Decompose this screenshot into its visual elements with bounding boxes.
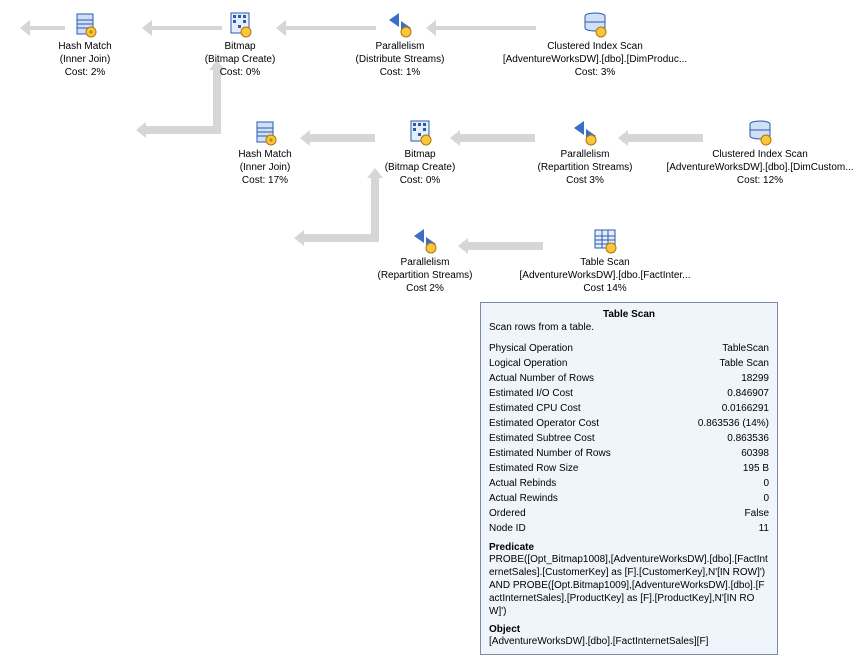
op-sub: (Repartition Streams) [350,269,500,282]
op-cost: Cost: 17% [200,174,330,187]
parallelism-icon [386,10,414,38]
op-parallelism-1[interactable]: Parallelism (Distribute Streams) Cost: 1… [330,10,470,79]
operator-tooltip: Table Scan Scan rows from a table. Physi… [480,302,778,655]
op-sub: (Distribute Streams) [330,53,470,66]
tooltip-row: Estimated I/O Cost0.846907 [489,386,769,401]
op-sub: (Bitmap Create) [355,161,485,174]
op-sub: (Inner Join) [200,161,330,174]
op-sub: (Inner Join) [20,53,150,66]
tooltip-row: OrderedFalse [489,506,769,521]
bitmap-icon [406,118,434,146]
tooltip-title: Table Scan [489,309,769,320]
op-cost: Cost: 12% [660,174,860,187]
clustered-index-scan-icon [581,10,609,38]
op-cost: Cost 14% [500,282,710,295]
tooltip-row: Estimated Operator Cost0.863536 (14%) [489,416,769,431]
tooltip-row: Estimated Number of Rows60398 [489,446,769,461]
hash-match-icon [71,10,99,38]
op-parallelism-3[interactable]: Parallelism (Repartition Streams) Cost 2… [350,226,500,295]
op-sub: (Repartition Streams) [510,161,660,174]
bitmap-icon [226,10,254,38]
op-cix-scan-1[interactable]: Clustered Index Scan [AdventureWorksDW].… [490,10,700,79]
op-title: Hash Match [200,148,330,161]
op-cix-scan-2[interactable]: Clustered Index Scan [AdventureWorksDW].… [660,118,860,187]
op-bitmap-1[interactable]: Bitmap (Bitmap Create) Cost: 0% [175,10,305,79]
op-hash-match-1[interactable]: Hash Match (Inner Join) Cost: 2% [20,10,150,79]
op-table-scan[interactable]: Table Scan [AdventureWorksDW].[dbo.[Fact… [500,226,710,295]
tooltip-desc: Scan rows from a table. [489,322,769,333]
predicate-label: Predicate [489,542,769,553]
tooltip-row: Logical OperationTable Scan [489,356,769,371]
tooltip-row: Actual Number of Rows18299 [489,371,769,386]
op-cost: Cost: 1% [330,66,470,79]
table-scan-icon [591,226,619,254]
op-title: Clustered Index Scan [660,148,860,161]
op-parallelism-2[interactable]: Parallelism (Repartition Streams) Cost 3… [510,118,660,187]
tooltip-row: Estimated Row Size195 B [489,461,769,476]
op-title: Clustered Index Scan [490,40,700,53]
op-cost: Cost 2% [350,282,500,295]
op-bitmap-2[interactable]: Bitmap (Bitmap Create) Cost: 0% [355,118,485,187]
object-text: [AdventureWorksDW].[dbo].[FactInternetSa… [489,635,769,648]
op-title: Table Scan [500,256,710,269]
tooltip-row: Estimated Subtree Cost0.863536 [489,431,769,446]
op-title: Parallelism [350,256,500,269]
predicate-text: PROBE([Opt_Bitmap1008],[AdventureWorksDW… [489,553,769,618]
op-cost: Cost: 2% [20,66,150,79]
tooltip-row: Physical OperationTableScan [489,341,769,356]
tooltip-row: Actual Rebinds0 [489,476,769,491]
object-label: Object [489,624,769,635]
op-sub: [AdventureWorksDW].[dbo].[DimProduc... [490,53,700,66]
op-title: Bitmap [175,40,305,53]
op-cost: Cost: 0% [175,66,305,79]
parallelism-icon [571,118,599,146]
op-title: Bitmap [355,148,485,161]
op-title: Parallelism [330,40,470,53]
hash-match-icon [251,118,279,146]
op-cost: Cost: 3% [490,66,700,79]
op-sub: (Bitmap Create) [175,53,305,66]
op-hash-match-2[interactable]: Hash Match (Inner Join) Cost: 17% [200,118,330,187]
parallelism-icon [411,226,439,254]
op-sub: [AdventureWorksDW].[dbo.[FactInter... [500,269,710,282]
op-cost: Cost 3% [510,174,660,187]
clustered-index-scan-icon [746,118,774,146]
op-cost: Cost: 0% [355,174,485,187]
tooltip-row: Estimated CPU Cost0.0166291 [489,401,769,416]
tooltip-row: Actual Rewinds0 [489,491,769,506]
op-title: Hash Match [20,40,150,53]
op-sub: [AdventureWorksDW].[dbo].[DimCustom... [660,161,860,174]
tooltip-row: Node ID11 [489,521,769,536]
op-title: Parallelism [510,148,660,161]
